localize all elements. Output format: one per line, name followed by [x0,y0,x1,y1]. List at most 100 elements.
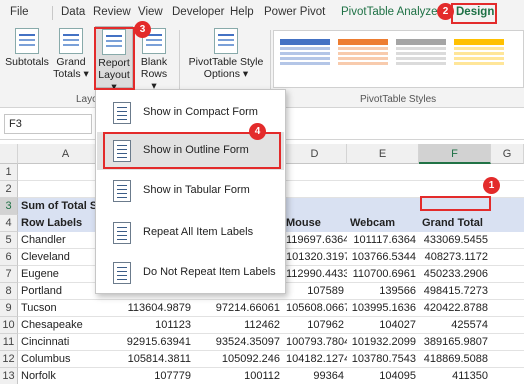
step-badge-1: 1 [483,177,500,194]
value-cell[interactable]: 119697.6364 [283,232,347,249]
row-header[interactable]: 3 [0,198,18,215]
row-header[interactable]: 6 [0,249,18,266]
city-cell[interactable]: Chesapeake [18,317,114,334]
value-cell[interactable]: 103780.7543 [347,351,419,368]
row-header[interactable]: 4 [0,215,18,232]
value-cell[interactable]: 105814.3811 [114,351,194,368]
row-header[interactable]: 8 [0,283,18,300]
column-header-e[interactable]: E [347,144,419,164]
value-cell[interactable]: 105608.0667 [283,300,347,317]
row-header[interactable]: 5 [0,232,18,249]
value-cell[interactable]: 107962 [283,317,347,334]
menu-item-repeat-all-item-labels[interactable]: Repeat All Item Labels [97,214,284,252]
style-swatch-2[interactable] [338,39,388,79]
value-cell[interactable]: 101320.3197 [283,249,347,266]
value-cell[interactable]: 101117.6364 [347,232,419,249]
menu-item-do-not-repeat-item-labels[interactable]: Do Not Repeat Item Labels [97,254,284,292]
value-cell[interactable]: 411350 [419,368,491,384]
value-cell[interactable]: 450233.2906 [419,266,491,283]
row-header[interactable]: 1 [0,164,18,181]
value-cell[interactable]: 99364 [283,368,347,384]
tab-review[interactable]: Review [93,6,131,18]
value-cell[interactable]: 93524.35097 [194,334,283,351]
style-swatch-3[interactable] [396,39,446,79]
value-cell[interactable]: 104095 [347,368,419,384]
tab-data[interactable]: Data [61,6,85,18]
value-cell[interactable]: 107589 [283,283,347,300]
value-cell[interactable]: 103766.5344 [347,249,419,266]
city-cell[interactable]: Cincinnati [18,334,114,351]
grand-totals-icon [59,28,83,54]
row-header[interactable]: 2 [0,181,18,198]
row-header[interactable]: 10 [0,317,18,334]
value-cell[interactable]: 420422.8788 [419,300,491,317]
value-cell[interactable]: 433069.5455 [419,232,491,249]
table-row: Norfolk 107779 100112 99364 104095 41135… [18,368,524,384]
cell-f3-highlight [420,196,491,211]
value-cell[interactable]: 112462 [194,317,283,334]
design-tab-highlight [451,3,497,24]
value-cell[interactable]: 389165.9807 [419,334,491,351]
repeat-labels-label: Repeat All Item Labels [143,226,254,238]
compact-form-label: Show in Compact Form [143,106,258,118]
city-cell[interactable]: Columbus [18,351,114,368]
value-cell[interactable]: 112990.4433 [283,266,347,283]
report-layout-menu: Show in Compact Form Show in Outline For… [95,89,286,294]
value-cell[interactable]: 97214.66061 [194,300,283,317]
column-header-d[interactable]: D [283,144,347,164]
pivottable-styles-gallery [273,30,524,88]
row-header[interactable]: 11 [0,334,18,351]
name-box[interactable]: F3 [4,114,92,134]
value-cell[interactable]: 101932.2099 [347,334,419,351]
column-header-f[interactable]: F [419,144,491,164]
style-swatch-1[interactable] [280,39,330,79]
select-all-corner[interactable] [0,144,18,164]
pivottable-style-options-button[interactable]: PivotTable Style Options ▾ [186,28,266,80]
column-header-g[interactable]: G [491,144,524,164]
value-cell[interactable]: 425574 [419,317,491,334]
webcam-header-cell[interactable]: Webcam [347,215,419,232]
style-options-label: PivotTable Style [188,56,264,68]
tab-power-pivot[interactable]: Power Pivot [264,6,325,18]
value-cell[interactable]: 113604.9879 [114,300,194,317]
blank-rows-label: Blank [140,56,168,68]
value-cell[interactable]: 139566 [347,283,419,300]
report-layout-highlight [94,27,135,90]
value-cell[interactable]: 100112 [194,368,283,384]
tabular-form-icon [113,180,131,202]
grand-totals-button[interactable]: Grand Totals ▾ [52,28,90,80]
row-header[interactable]: 12 [0,351,18,368]
style-options-label-2: Options ▾ [203,68,249,80]
value-cell[interactable]: 110700.6961 [347,266,419,283]
tab-developer[interactable]: Developer [172,6,224,18]
tab-pivottable-analyze[interactable]: PivotTable Analyze [341,6,438,18]
city-cell[interactable]: Norfolk [18,368,114,384]
value-cell[interactable]: 107779 [114,368,194,384]
value-cell[interactable]: 92915.63941 [114,334,194,351]
value-cell[interactable]: 418869.5088 [419,351,491,368]
tab-file[interactable]: File [10,6,29,18]
grand-total-header-cell[interactable]: Grand Total [419,215,491,232]
subtotals-button[interactable]: Subtotals [4,28,50,68]
value-cell[interactable]: 103995.1636 [347,300,419,317]
value-cell[interactable]: 104182.1274 [283,351,347,368]
row-header[interactable]: 13 [0,368,18,384]
city-cell[interactable]: Tucson [18,300,114,317]
value-cell[interactable]: 105092.246 [194,351,283,368]
value-cell[interactable]: 408273.1172 [419,249,491,266]
style-swatch-4[interactable] [454,39,504,79]
table-row: Tucson 113604.9879 97214.66061 105608.06… [18,300,524,317]
tab-help[interactable]: Help [230,6,254,18]
do-not-repeat-labels-label: Do Not Repeat Item Labels [143,266,276,278]
value-cell[interactable]: 104027 [347,317,419,334]
row-header[interactable]: 9 [0,300,18,317]
value-cell[interactable]: 100793.7804 [283,334,347,351]
subtotals-icon [15,28,39,54]
compact-form-icon [113,102,131,124]
mouse-header-cell[interactable]: Mouse [283,215,347,232]
row-header[interactable]: 7 [0,266,18,283]
tab-view[interactable]: View [138,6,163,18]
value-cell[interactable]: 498415.7273 [419,283,491,300]
menu-item-tabular-form[interactable]: Show in Tabular Form [97,172,284,210]
value-cell[interactable]: 101123 [114,317,194,334]
